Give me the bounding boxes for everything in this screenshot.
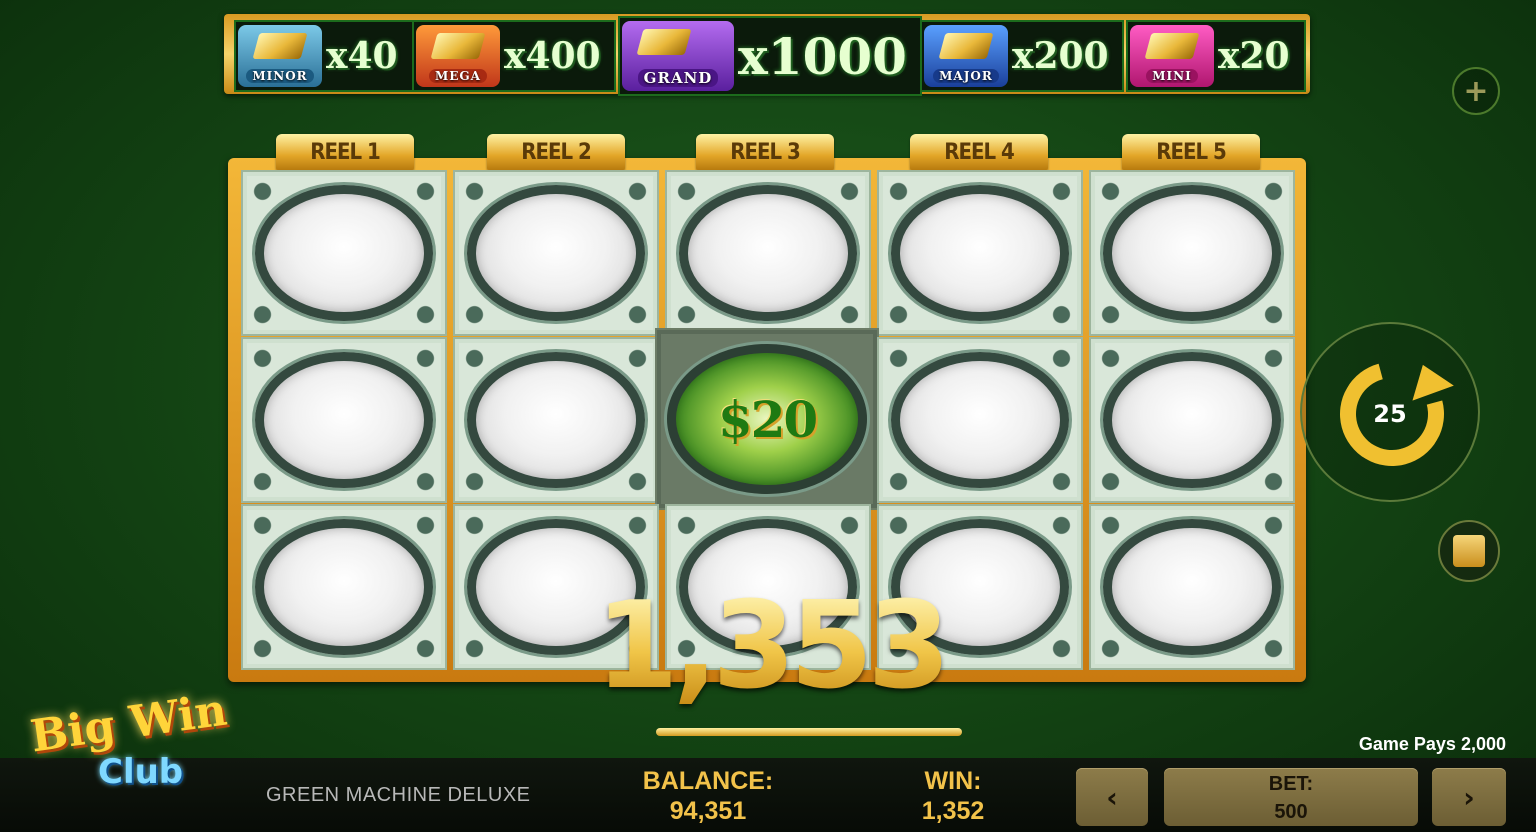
gold-bar-icon: MAJOR (924, 25, 1008, 87)
empty-coin-slot (255, 352, 433, 488)
reel-label-4: REEL 4 (910, 134, 1048, 170)
reel-cell (665, 170, 871, 336)
gold-bar-icon: MINI (1130, 25, 1214, 87)
jackpot-label: GRAND (637, 69, 719, 87)
win-counter-underline (656, 728, 962, 736)
logo-text-club: Club (98, 752, 184, 792)
bet-value: 500 (1274, 801, 1308, 823)
game-title: GREEN MACHINE DELUXE (266, 784, 531, 806)
win-counter: 1,353 (578, 577, 962, 716)
winning-cell: $20 (655, 328, 879, 510)
logo-text-big-win: Big Win (27, 684, 230, 763)
empty-coin-slot (891, 185, 1069, 321)
reel-label-2: REEL 2 (487, 134, 625, 170)
empty-coin-slot (679, 185, 857, 321)
win-label: WIN: (924, 767, 982, 795)
reel-cell (453, 170, 659, 336)
spin-arrowhead-icon (1402, 357, 1454, 401)
jackpot-mini: MINI x20 (1126, 20, 1306, 92)
empty-coin-slot (467, 185, 645, 321)
win-display: WIN: 1,352 (880, 766, 1026, 826)
gold-bar-icon: MEGA (416, 25, 500, 87)
jackpot-label: MAJOR (933, 69, 999, 83)
empty-coin-slot (255, 519, 433, 655)
jackpot-major: MAJOR x200 (920, 20, 1124, 92)
reel-cell (241, 337, 447, 503)
reel-label-3: REEL 3 (696, 134, 834, 170)
gold-bar-icon: MINOR (238, 25, 322, 87)
chevron-right-icon: › (1463, 780, 1475, 814)
jackpot-multiplier: x200 (1012, 35, 1109, 77)
jackpot-minor: MINOR x40 (234, 20, 414, 92)
reel-label-5: REEL 5 (1122, 134, 1260, 170)
cash-value: $20 (717, 389, 818, 449)
balance-value: 94,351 (669, 797, 747, 825)
empty-coin-slot (1103, 519, 1281, 655)
bet-label: BET: (1268, 773, 1314, 795)
jackpot-mega: MEGA x400 (412, 20, 616, 92)
jackpot-label: MINI (1146, 69, 1198, 83)
empty-coin-slot (891, 352, 1069, 488)
jackpot-banner: MINOR x40 MEGA x400 GRAND x1000 MAJOR x2… (224, 14, 1310, 96)
jackpot-multiplier: x400 (504, 35, 601, 77)
jackpot-multiplier: x1000 (738, 26, 907, 86)
bet-display: BET: 500 (1164, 768, 1418, 826)
jackpot-multiplier: x40 (326, 35, 398, 77)
reel-label-1: REEL 1 (276, 134, 414, 170)
reel-cell (1089, 504, 1295, 670)
jackpot-grand: GRAND x1000 (618, 16, 922, 96)
reel-cell (1089, 170, 1295, 336)
game-pays-text: Game Pays 2,000 (1358, 734, 1506, 754)
cash-coin-symbol: $20 (667, 344, 867, 494)
jackpot-multiplier: x20 (1218, 35, 1290, 77)
reel-cell (453, 337, 659, 503)
bet-decrease-button[interactable]: ‹ (1076, 768, 1148, 826)
balance-label: BALANCE: (642, 767, 774, 795)
plus-icon[interactable]: + (1452, 67, 1500, 115)
empty-coin-slot (255, 185, 433, 321)
empty-coin-slot (1103, 352, 1281, 488)
reel-cell (241, 170, 447, 336)
empty-coin-slot (467, 352, 645, 488)
empty-coin-slot (1103, 185, 1281, 321)
gold-bar-icon: GRAND (622, 21, 734, 91)
spin-button[interactable]: 25 (1300, 322, 1480, 502)
jackpot-label: MEGA (429, 69, 487, 83)
reel-cell (1089, 337, 1295, 503)
stop-icon (1453, 535, 1485, 567)
big-win-club-logo: Big Win Club (22, 685, 278, 820)
reel-cell (241, 504, 447, 670)
autospin-count: 25 (1373, 400, 1407, 428)
bet-increase-button[interactable]: › (1432, 768, 1506, 826)
chevron-left-icon: ‹ (1106, 780, 1118, 814)
reel-cell (877, 170, 1083, 336)
stop-button[interactable] (1438, 520, 1500, 582)
jackpot-label: MINOR (246, 69, 314, 83)
balance-display: BALANCE: 94,351 (610, 766, 806, 826)
reel-cell (877, 337, 1083, 503)
win-value: 1,352 (921, 797, 985, 825)
